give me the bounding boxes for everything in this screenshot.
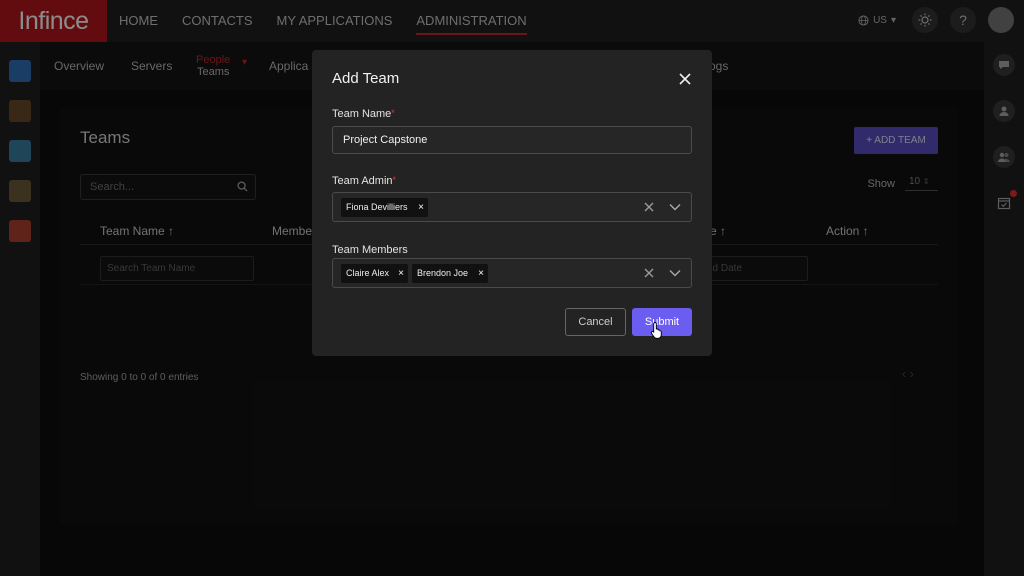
- team-name-label: Team Name*: [332, 108, 395, 120]
- admin-chip-label: Fiona Devilliers: [346, 202, 408, 212]
- chevron-down-icon[interactable]: [669, 269, 681, 277]
- cancel-button[interactable]: Cancel: [565, 308, 626, 336]
- team-name-label-text: Team Name: [332, 108, 392, 120]
- admin-chip: Fiona Devilliers ×: [341, 198, 428, 217]
- required-mark: *: [392, 175, 397, 185]
- team-members-label: Team Members: [332, 244, 408, 256]
- member-chip-label: Brendon Joe: [417, 268, 469, 278]
- chip-remove-icon[interactable]: ×: [418, 198, 424, 217]
- clear-icon[interactable]: [644, 202, 654, 212]
- chevron-down-icon[interactable]: [669, 203, 681, 211]
- dialog-title: Add Team: [332, 70, 400, 87]
- team-admin-select[interactable]: Fiona Devilliers ×: [332, 192, 692, 222]
- close-icon[interactable]: [678, 72, 692, 86]
- cursor-hand-icon: [650, 322, 662, 339]
- member-chip-label: Claire Alex: [346, 268, 390, 278]
- team-admin-label: Team Admin*: [332, 175, 396, 187]
- chip-remove-icon[interactable]: ×: [478, 264, 484, 283]
- member-chip: Brendon Joe ×: [412, 264, 488, 283]
- member-chip: Claire Alex ×: [341, 264, 408, 283]
- required-mark: *: [391, 108, 395, 118]
- team-members-select[interactable]: Claire Alex × Brendon Joe ×: [332, 258, 692, 288]
- team-name-field[interactable]: Project Capstone: [332, 126, 692, 154]
- clear-icon[interactable]: [644, 268, 654, 278]
- team-admin-label-text: Team Admin: [332, 175, 393, 187]
- add-team-dialog: Add Team Team Name* Project Capstone Tea…: [312, 50, 712, 356]
- chip-remove-icon[interactable]: ×: [398, 264, 404, 283]
